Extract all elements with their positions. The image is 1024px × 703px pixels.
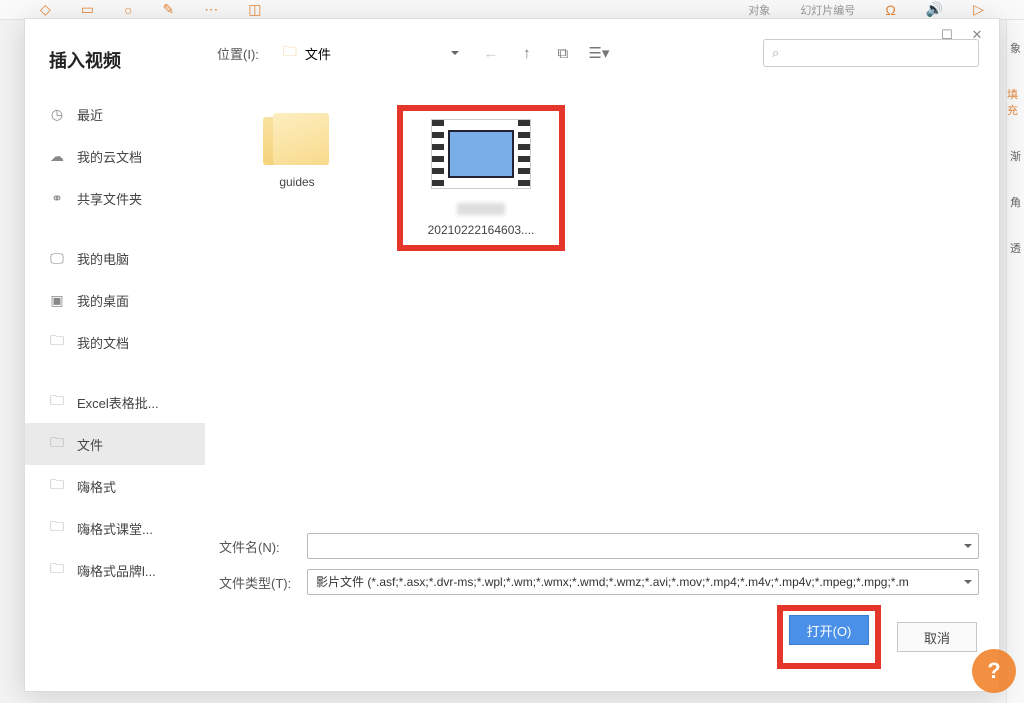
bg-icon: ◇ <box>40 1 51 18</box>
bg-icon: ✎ <box>162 1 174 18</box>
right-side-panel: 象 填充 渐 角 透 <box>1006 20 1024 703</box>
filetype-label: 文件类型(T): <box>219 573 297 592</box>
nav-back-button[interactable]: ← <box>477 39 505 67</box>
new-folder-button[interactable]: ⧉ <box>549 39 577 67</box>
filename-input[interactable] <box>307 533 979 559</box>
sidebar-item-label: 我的电脑 <box>77 249 129 268</box>
window-close-button[interactable]: ✕ <box>965 23 989 47</box>
filetype-dropdown[interactable]: 影片文件 (*.asf;*.asx;*.dvr-ms;*.wpl;*.wm;*.… <box>307 569 979 595</box>
bg-icon: ○ <box>124 2 132 18</box>
folder-icon: 🗀 <box>49 334 65 350</box>
sidebar-item-label: 嗨格式课堂... <box>77 519 153 538</box>
highlighted-open-button: 打开(O) <box>777 605 881 669</box>
sidebar-item-label: 最近 <box>77 105 103 124</box>
sidebar: 插入视频 ◷ 最近 ☁ 我的云文档 ⚭ 共享文件夹 🖵 我的电脑 ▣ 我的桌面 <box>25 19 205 691</box>
filename-label: 文件名(N): <box>219 537 297 556</box>
sidebar-item-excel[interactable]: 🗀 Excel表格批... <box>25 381 205 423</box>
bg-icon: ◫ <box>248 1 261 18</box>
file-label: 20210222164603.... <box>428 223 535 237</box>
sidebar-item-label: 嗨格式 <box>77 477 116 496</box>
folder-icon: 🗀 <box>49 436 65 452</box>
bottom-bar: 文件名(N): 文件类型(T): 影片文件 (*.asf;*.asx;*.dvr… <box>217 527 979 679</box>
sidebar-item-recent[interactable]: ◷ 最近 <box>25 93 205 135</box>
current-folder-name: 文件 <box>305 44 331 63</box>
watermark-badge: ? <box>972 649 1016 693</box>
path-bar: 位置(I): 🗀 文件 ← ↑ ⧉ ☰▾ ⌕ <box>217 31 979 75</box>
video-file-item[interactable]: 20210222164603.... <box>411 119 551 237</box>
bg-label: 幻灯片编号 <box>800 2 855 18</box>
bg-icon: ▭ <box>81 1 94 18</box>
bg-icon: Ω <box>885 2 895 18</box>
sidebar-item-label: Excel表格批... <box>77 393 159 412</box>
insert-video-dialog: ☐ ✕ 插入视频 ◷ 最近 ☁ 我的云文档 ⚭ 共享文件夹 🖵 我的电脑 <box>24 18 1000 692</box>
dialog-title: 插入视频 <box>25 37 205 93</box>
bg-icon: ▷ <box>973 1 984 18</box>
monitor-icon: 🖵 <box>49 250 65 266</box>
sidebar-item-label: 我的桌面 <box>77 291 129 310</box>
folder-icon: 🗀 <box>49 520 65 536</box>
main-pane: 位置(I): 🗀 文件 ← ↑ ⧉ ☰▾ ⌕ guides <box>205 19 999 691</box>
window-maximize-button[interactable]: ☐ <box>935 23 959 47</box>
folder-icon <box>261 109 333 169</box>
folder-item-guides[interactable]: guides <box>227 105 367 251</box>
desktop-icon: ▣ <box>49 292 65 308</box>
cloud-icon: ☁ <box>49 148 65 164</box>
sidebar-item-label: 文件 <box>77 435 103 454</box>
folder-icon: 🗀 <box>49 394 65 410</box>
sidebar-item-hi1[interactable]: 🗀 嗨格式 <box>25 465 205 507</box>
path-label: 位置(I): <box>217 44 259 63</box>
background-toolbar: ◇ ▭ ○ ✎ ⋯ ◫ 对象 幻灯片编号 Ω 🔊 ▷ <box>0 0 1024 20</box>
bg-icon: 🔊 <box>926 1 943 18</box>
nav-up-button[interactable]: ↑ <box>513 39 541 67</box>
file-list[interactable]: guides 20210222164603.... <box>217 75 979 527</box>
sidebar-item-desktop[interactable]: ▣ 我的桌面 <box>25 279 205 321</box>
sidebar-item-computer[interactable]: 🖵 我的电脑 <box>25 237 205 279</box>
sidebar-item-hi3[interactable]: 🗀 嗨格式品牌l... <box>25 549 205 591</box>
highlighted-video-selection: 20210222164603.... <box>397 105 565 251</box>
blurred-caption <box>457 203 505 215</box>
sidebar-item-shared[interactable]: ⚭ 共享文件夹 <box>25 177 205 219</box>
sidebar-item-documents[interactable]: 🗀 我的文档 <box>25 321 205 363</box>
cancel-button[interactable]: 取消 <box>897 622 977 652</box>
sidebar-item-hi2[interactable]: 🗀 嗨格式课堂... <box>25 507 205 549</box>
bg-icon: ⋯ <box>204 1 218 18</box>
window-controls: ☐ ✕ <box>925 19 999 51</box>
sidebar-item-label: 共享文件夹 <box>77 189 142 208</box>
sidebar-item-label: 我的云文档 <box>77 147 142 166</box>
view-mode-button[interactable]: ☰▾ <box>585 39 613 67</box>
path-dropdown[interactable]: 🗀 文件 <box>275 39 465 67</box>
folder-icon: 🗀 <box>49 478 65 494</box>
clock-icon: ◷ <box>49 106 65 122</box>
folder-icon: 🗀 <box>49 562 65 578</box>
filetype-value: 影片文件 (*.asf;*.asx;*.dvr-ms;*.wpl;*.wm;*.… <box>316 570 970 594</box>
sidebar-item-files[interactable]: 🗀 文件 <box>25 423 205 465</box>
sidebar-item-cloud[interactable]: ☁ 我的云文档 <box>25 135 205 177</box>
folder-icon: 🗀 <box>283 41 297 65</box>
sidebar-item-label: 嗨格式品牌l... <box>77 561 156 580</box>
open-button[interactable]: 打开(O) <box>789 615 869 645</box>
share-icon: ⚭ <box>49 190 65 206</box>
file-label: guides <box>279 175 314 189</box>
sidebar-item-label: 我的文档 <box>77 333 129 352</box>
video-thumbnail <box>431 119 531 189</box>
bg-label: 对象 <box>748 2 770 18</box>
search-icon: ⌕ <box>772 45 779 61</box>
